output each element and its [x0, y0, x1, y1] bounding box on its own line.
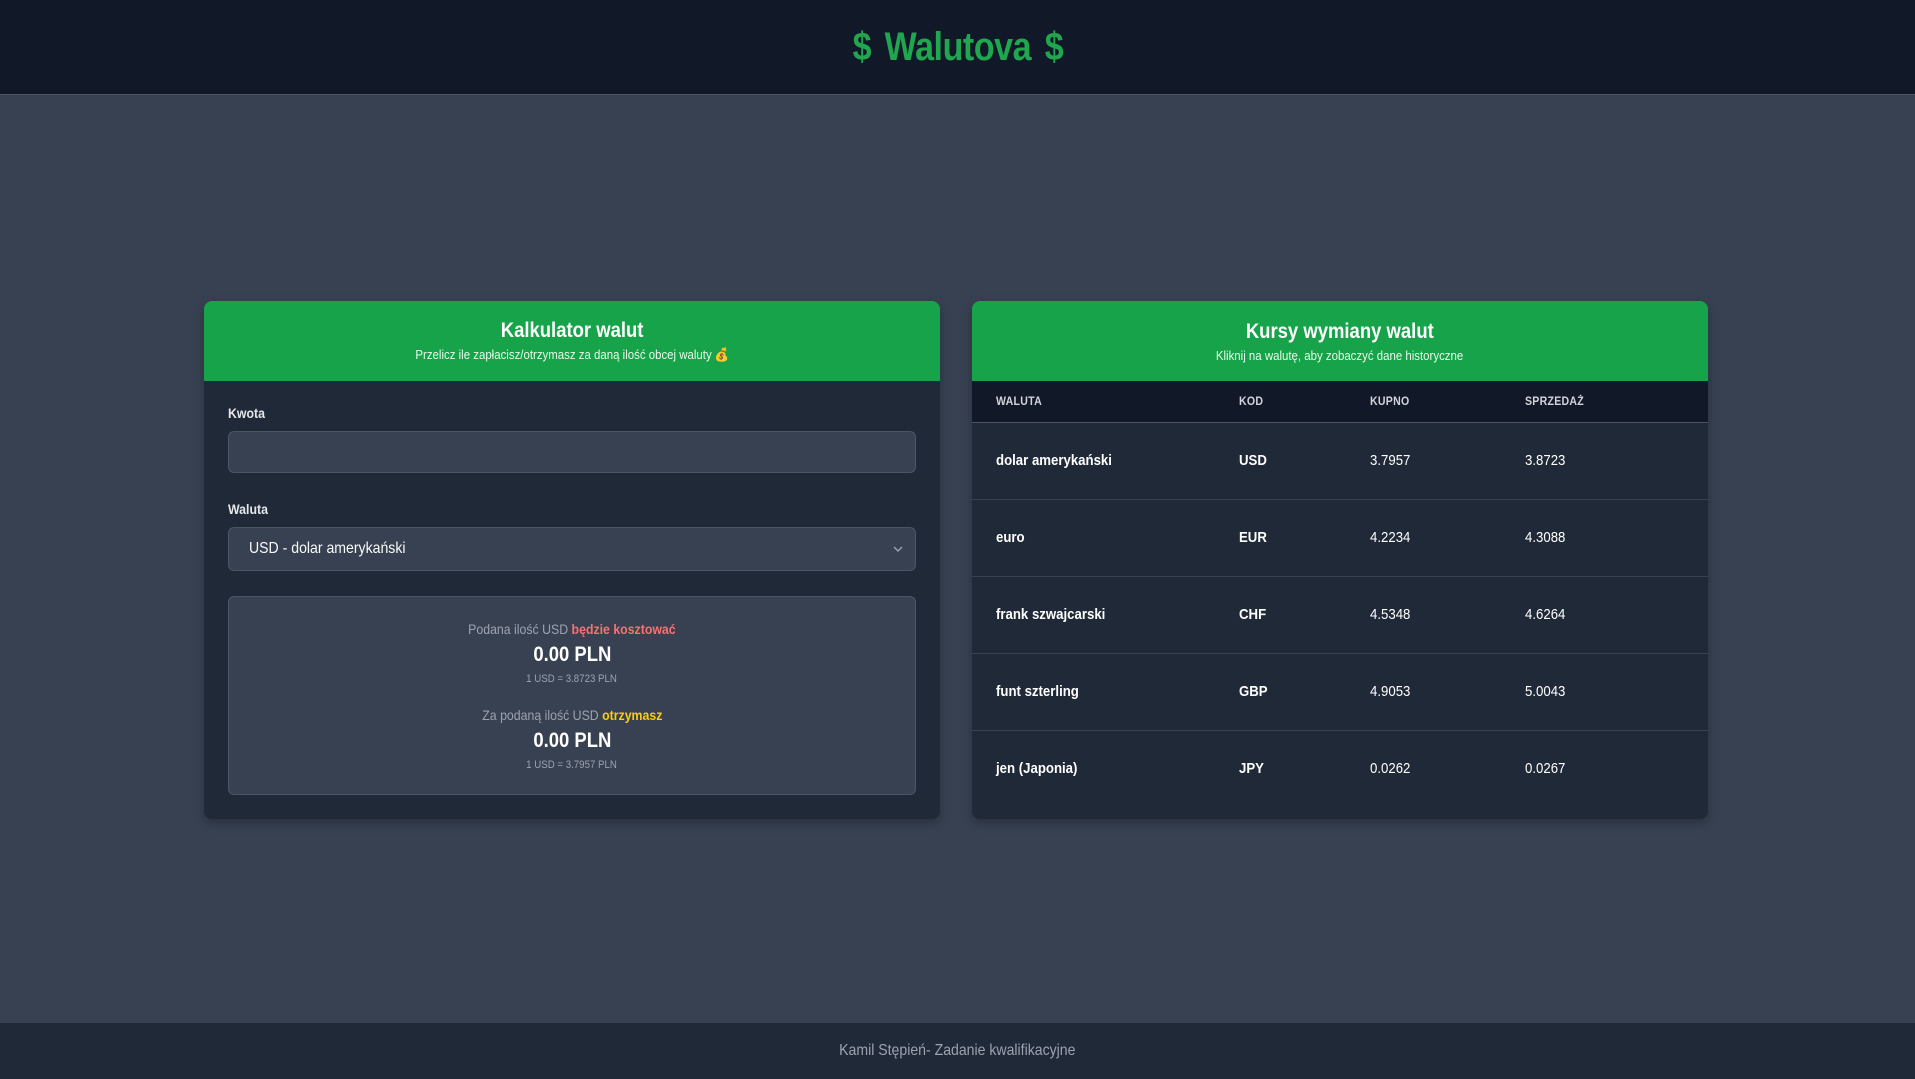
cost-caption-highlight: będzie kosztować: [571, 620, 676, 637]
cost-amount: 0.00 PLN: [532, 642, 612, 666]
sell-rate: 3.8723: [1525, 452, 1566, 469]
calculator-form: Kwota Waluta USD - dolar amerykański Pod…: [204, 381, 940, 819]
rates-table-header: WALUTA KOD KUPNO SPRZEDAŻ: [972, 381, 1708, 423]
app-logo: $ Walutova $: [852, 25, 1063, 70]
currency-calculator-card: Kalkulator walut Przelicz ile zapłacisz/…: [204, 301, 940, 819]
amount-label: Kwota: [228, 405, 265, 421]
cost-caption-prefix: Podana ilość USD: [468, 620, 569, 637]
amount-input[interactable]: [228, 431, 916, 473]
rates-header: Kursy wymiany walut Kliknij na walutę, a…: [972, 301, 1708, 381]
footer: Kamil Stępień- Zadanie kwalifikacyjne: [0, 1023, 1915, 1079]
calculator-subtitle: Przelicz ile zapłacisz/otrzymasz za daną…: [415, 347, 729, 362]
currency-code: JPY: [1239, 760, 1264, 778]
footer-text: Kamil Stępień- Zadanie kwalifikacyjne: [839, 1042, 1076, 1059]
sell-rate: 4.3088: [1525, 529, 1566, 546]
column-header-buy: KUPNO: [1370, 381, 1525, 423]
currency-code: CHF: [1239, 606, 1267, 623]
currency-select[interactable]: USD - dolar amerykański: [228, 527, 916, 571]
table-row[interactable]: euro EUR 4.2234 4.3088: [972, 499, 1708, 576]
top-bar: $ Walutova $: [0, 0, 1915, 95]
conversion-result: Podana ilość USD będzie kosztować 0.00 P…: [228, 596, 916, 795]
currency-name: jen (Japonia): [996, 760, 1078, 778]
currency-code: USD: [1239, 452, 1267, 469]
receive-caption-highlight: otrzymasz: [601, 706, 663, 723]
receive-caption-prefix: Za podaną ilość USD: [481, 706, 599, 723]
calculator-header: Kalkulator walut Przelicz ile zapłacisz/…: [204, 301, 940, 381]
column-header-sell: SPRZEDAŻ: [1525, 381, 1708, 423]
cost-result: Podana ilość USD będzie kosztować 0.00 P…: [454, 621, 690, 685]
table-row[interactable]: dolar amerykański USD 3.7957 3.8723: [972, 422, 1708, 499]
column-header-code: KOD: [1239, 381, 1370, 423]
dollar-icon: $: [1044, 24, 1063, 69]
buy-rate: 3.7957: [1370, 452, 1411, 469]
sell-rate: 4.6264: [1525, 606, 1566, 623]
buy-rate: 4.2234: [1370, 529, 1411, 546]
table-row[interactable]: jen (Japonia) JPY 0.0262 0.0267: [972, 730, 1708, 807]
currency-name: funt szterling: [996, 683, 1079, 700]
receive-caption: Za podaną ilość USD otrzymasz: [482, 707, 662, 723]
rates-table: WALUTA KOD KUPNO SPRZEDAŻ dolar amerykań…: [972, 381, 1708, 807]
buy-rate: 4.9053: [1370, 683, 1411, 700]
currency-name: euro: [996, 529, 1025, 546]
cost-caption: Podana ilość USD będzie kosztować: [468, 621, 675, 637]
cost-rate: 1 USD = 3.8723 PLN: [526, 672, 618, 685]
buy-rate: 0.0262: [1370, 760, 1411, 778]
currency-code: GBP: [1239, 683, 1268, 700]
currency-name: frank szwajcarski: [996, 606, 1106, 623]
app-title: Walutova: [884, 24, 1031, 69]
table-row[interactable]: frank szwajcarski CHF 4.5348 4.6264: [972, 576, 1708, 653]
rates-subtitle: Kliknij na walutę, aby zobaczyć dane his…: [1216, 347, 1464, 363]
currency-code: EUR: [1239, 529, 1267, 546]
receive-amount: 0.00 PLN: [532, 728, 612, 752]
currency-select-value: USD - dolar amerykański: [249, 540, 406, 557]
table-row[interactable]: funt szterling GBP 4.9053 5.0043: [972, 653, 1708, 730]
sell-rate: 0.0267: [1525, 760, 1566, 778]
currency-label: Waluta: [228, 501, 268, 517]
exchange-rates-card: Kursy wymiany walut Kliknij na walutę, a…: [972, 301, 1708, 819]
column-header-currency: WALUTA: [972, 381, 1239, 423]
buy-rate: 4.5348: [1370, 606, 1411, 623]
receive-rate: 1 USD = 3.7957 PLN: [526, 758, 618, 771]
currency-name: dolar amerykański: [996, 452, 1112, 469]
dollar-icon: $: [852, 24, 871, 69]
calculator-title: Kalkulator walut: [500, 319, 644, 342]
sell-rate: 5.0043: [1525, 683, 1566, 700]
rates-title: Kursy wymiany walut: [1246, 319, 1434, 343]
chevron-down-icon: [891, 542, 905, 556]
receive-result: Za podaną ilość USD otrzymasz 0.00 PLN 1…: [470, 707, 675, 771]
